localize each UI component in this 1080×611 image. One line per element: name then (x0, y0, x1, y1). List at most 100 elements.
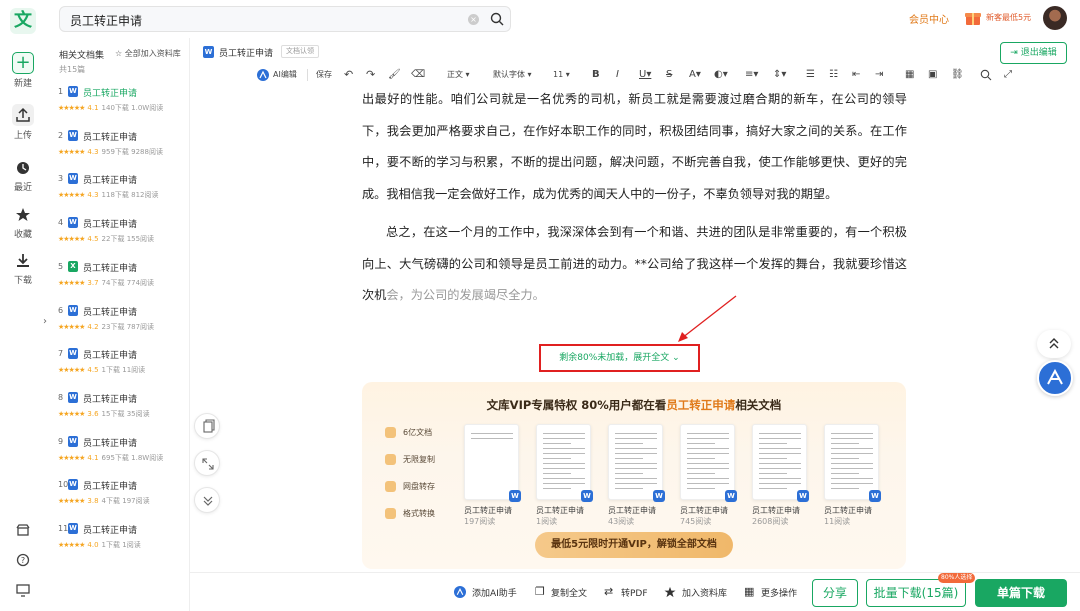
related-doc-item[interactable]: 8 W 员工转正申请 ★★★★★ 3.6 15下载 35阅读 (58, 391, 188, 431)
scroll-down-float-button[interactable] (194, 487, 220, 513)
image-icon[interactable]: ▣ (928, 66, 937, 84)
doc-item-index: 4 (58, 218, 64, 228)
rail-device-button[interactable] (0, 580, 46, 602)
vip-doc-name[interactable]: 员工转正申请 (608, 505, 656, 516)
related-doc-item[interactable]: 6 W 员工转正申请 ★★★★★ 4.2 23下载 787阅读 (58, 304, 188, 344)
vip-doc-name[interactable]: 员工转正申请 (752, 505, 800, 516)
new-user-offer[interactable]: 新客最低5元 (986, 12, 1031, 23)
font-color-icon[interactable]: A▾ (689, 66, 701, 84)
vip-doc-reads: 197阅读 (464, 517, 496, 526)
fullscreen-icon[interactable]: ⤢ (1004, 66, 1012, 84)
vip-doc-thumbnail[interactable]: W (752, 424, 809, 502)
format-painter-icon[interactable]: 🖌 (388, 66, 401, 84)
related-doc-item[interactable]: 2 W 员工转正申请 ★★★★★ 4.3 959下载 9288阅读 (58, 129, 188, 169)
vip-doc-name[interactable]: 员工转正申请 (824, 505, 872, 516)
vip-unlock-button[interactable]: 最低5元限时开通VIP，解锁全部文档 (535, 532, 733, 558)
search-input[interactable] (70, 11, 450, 29)
related-doc-item[interactable]: 10 W 员工转正申请 ★★★★★ 3.8 4下载 197阅读 (58, 478, 188, 518)
thumb-text-line (687, 443, 715, 444)
rail-favorites-button[interactable]: 收藏 (0, 205, 46, 240)
gift-icon[interactable] (964, 9, 982, 27)
eraser-icon[interactable]: ⌫ (411, 66, 425, 84)
related-doc-item[interactable]: 3 W 员工转正申请 ★★★★★ 4.3 118下载 812阅读 (58, 172, 188, 212)
ai-assistant-float-button[interactable] (1037, 360, 1073, 396)
rail-new-button[interactable]: + 新建 (0, 52, 46, 89)
ai-edit-button[interactable]: AI编辑 (273, 66, 297, 84)
related-doc-item[interactable]: 11 W 员工转正申请 ★★★★★ 4.0 1下载 1阅读 (58, 522, 188, 562)
numbered-list-icon[interactable]: ☰ (806, 66, 815, 84)
undo-icon[interactable]: ↶ (344, 66, 353, 84)
rail-recent-button[interactable]: 最近 (0, 158, 46, 193)
save-button[interactable]: 保存 (316, 66, 332, 84)
strikethrough-icon[interactable]: S (666, 66, 672, 84)
thumb-text-line (759, 473, 787, 474)
document-body[interactable]: 出最好的性能。咱们公司就是一名优秀的司机，新员工就是需要渡过磨合期的新车，在公司… (362, 84, 907, 324)
related-doc-item[interactable]: 9 W 员工转正申请 ★★★★★ 4.1 695下载 1.8W阅读 (58, 435, 188, 475)
doc-item-rating: 4.0 (87, 541, 99, 549)
vip-doc-name[interactable]: 员工转正申请 (680, 505, 728, 516)
vip-perk-label: 格式转换 (403, 509, 435, 518)
vip-doc-thumbnail[interactable]: W (824, 424, 881, 502)
single-download-button[interactable]: 单篇下载 (975, 579, 1067, 607)
thumb-text-line (759, 488, 787, 489)
thumb-text-line (543, 463, 585, 464)
copy-float-button[interactable] (194, 413, 220, 439)
rail-download-button[interactable]: 下载 (0, 251, 46, 286)
vip-doc-thumbnail[interactable]: W (464, 424, 521, 502)
batch-download-button[interactable]: 批量下载(15篇) (866, 579, 966, 607)
underline-icon[interactable]: U▾ (639, 66, 651, 84)
doc-claim-badge[interactable]: 文档认领 (281, 45, 319, 58)
thumb-text-line (615, 433, 657, 434)
vip-center-link[interactable]: 会员中心 (909, 11, 949, 26)
add-all-to-library-link[interactable]: ☆ 全部加入资料库 (115, 48, 181, 59)
rail-store-button[interactable] (0, 520, 46, 542)
font-family-select[interactable]: 默认字体 ▾ (493, 66, 532, 84)
related-doc-item[interactable]: 4 W 员工转正申请 ★★★★★ 4.5 22下载 155阅读 (58, 216, 188, 256)
expand-float-button[interactable] (194, 450, 220, 476)
redo-icon[interactable]: ↷ (366, 66, 375, 84)
italic-icon[interactable]: I (616, 66, 619, 84)
add-ai-assistant-button[interactable]: 添加AI助手 (472, 586, 517, 599)
copy-all-button[interactable]: 复制全文 (551, 586, 587, 599)
sidebar-collapse-icon[interactable]: › (43, 316, 47, 327)
exit-edit-button[interactable]: ⇥ 退出编辑 (1000, 42, 1067, 64)
add-to-library-button[interactable]: 加入资料库 (682, 586, 727, 599)
related-doc-item[interactable]: 1 W 员工转正申请 ★★★★★ 4.1 140下载 1.0W阅读 (58, 85, 188, 125)
expand-full-text-button[interactable]: 剩余80%未加载，展开全文 ⌄ (539, 344, 700, 372)
table-icon[interactable]: ▦ (905, 66, 914, 84)
vip-doc-thumbnail[interactable]: W (536, 424, 593, 502)
line-spacing-icon[interactable]: ⇕▾ (773, 66, 786, 84)
search-box[interactable]: × (59, 6, 511, 32)
vip-doc-name[interactable]: 员工转正申请 (536, 505, 584, 516)
app-logo[interactable]: 文 (10, 8, 36, 34)
scroll-top-button[interactable] (1037, 330, 1071, 358)
more-actions-button[interactable]: 更多操作 (761, 586, 797, 599)
link-icon[interactable]: ⛓ (951, 66, 964, 84)
find-icon[interactable] (980, 69, 992, 81)
indent-icon[interactable]: ⇥ (875, 66, 883, 84)
clear-icon[interactable]: × (468, 14, 479, 25)
vip-doc-thumbnail[interactable]: W (608, 424, 665, 502)
doc-item-index: 5 (58, 261, 64, 271)
outdent-icon[interactable]: ⇤ (852, 66, 860, 84)
to-pdf-button[interactable]: 转PDF (621, 586, 648, 599)
highlight-icon[interactable]: ◐▾ (714, 66, 728, 84)
related-doc-item[interactable]: 5 X 员工转正申请 ★★★★★ 3.7 74下载 774阅读 (58, 260, 188, 300)
bold-icon[interactable]: B (592, 66, 600, 84)
paragraph-style-select[interactable]: 正文 ▾ (447, 66, 470, 84)
vip-doc-reads: 2608阅读 (752, 517, 789, 526)
doc-item-downloads: 959下载 (101, 147, 129, 156)
rail-upload-button[interactable]: 上传 (0, 104, 46, 141)
doc-item-rating: 3.8 (87, 497, 99, 506)
align-icon[interactable]: ≡▾ (745, 66, 758, 84)
vip-doc-name[interactable]: 员工转正申请 (464, 505, 512, 516)
related-doc-item[interactable]: 7 W 员工转正申请 ★★★★★ 4.5 1下载 11阅读 (58, 347, 188, 387)
share-button[interactable]: 分享 (812, 579, 858, 607)
font-size-select[interactable]: 11 ▾ (553, 66, 570, 84)
vip-doc-thumbnail[interactable]: W (680, 424, 737, 502)
avatar[interactable] (1043, 6, 1067, 30)
rail-help-button[interactable]: ? (0, 550, 46, 572)
search-icon[interactable] (490, 12, 504, 26)
rail-favorites-label: 收藏 (13, 230, 32, 240)
bullet-list-icon[interactable]: ☷ (829, 66, 838, 84)
